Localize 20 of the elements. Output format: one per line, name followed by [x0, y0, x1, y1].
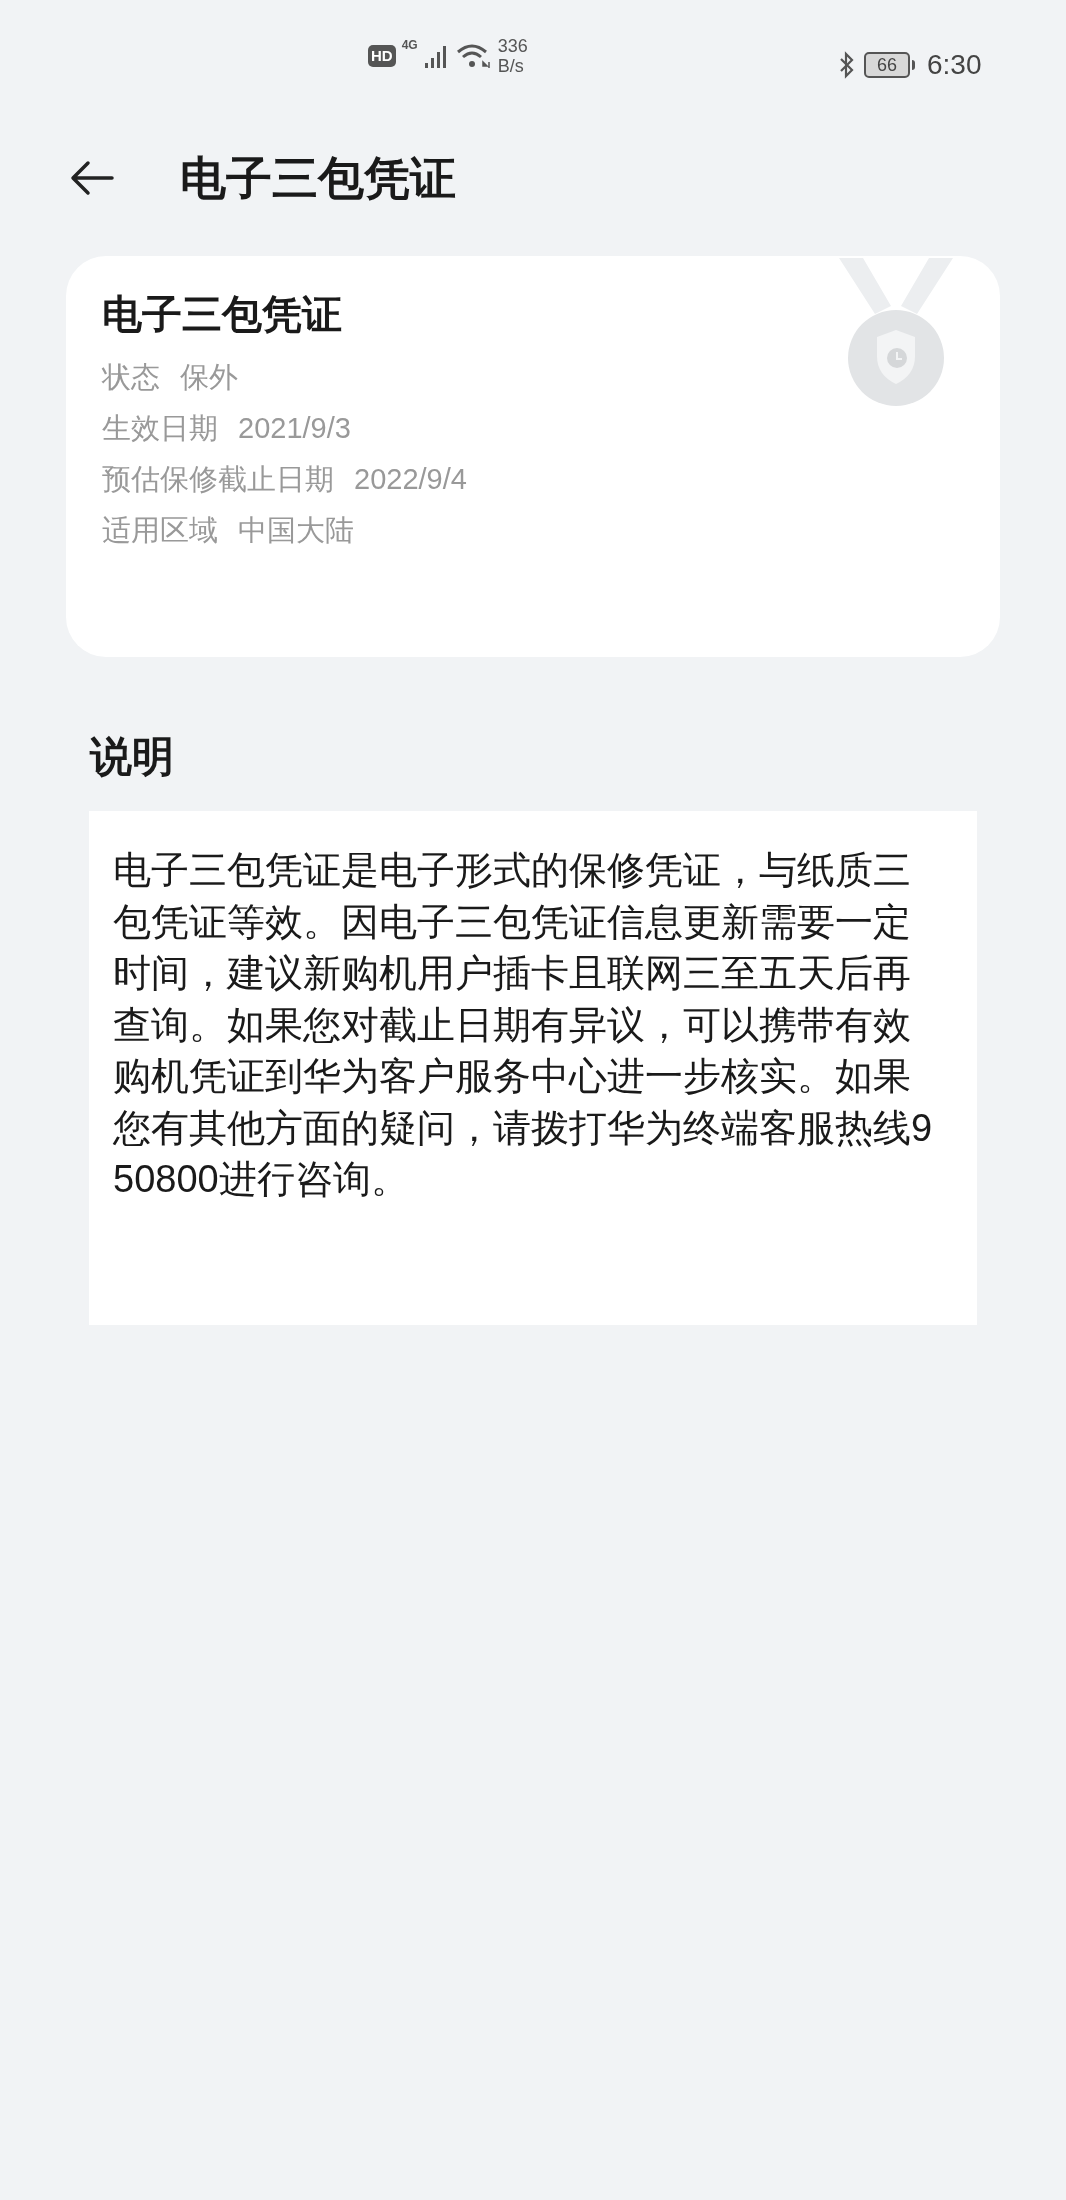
- card-title: 电子三包凭证: [102, 291, 343, 338]
- network-type: 4G: [401, 37, 418, 54]
- section-title: 说明: [90, 732, 174, 782]
- field-label: 生效日期: [102, 411, 218, 446]
- speed-unit: B/s: [497, 56, 525, 76]
- page-title: 电子三包凭证: [180, 150, 456, 206]
- bluetooth-icon: [838, 51, 856, 79]
- hd-badge: HD: [368, 45, 396, 67]
- back-button[interactable]: [70, 158, 114, 198]
- wifi-icon: [455, 42, 492, 70]
- field-label: 适用区域: [102, 513, 218, 548]
- field-value: 2022/9/4: [354, 462, 467, 497]
- field-value: 保外: [180, 360, 238, 395]
- field-value: 2021/9/3: [238, 411, 351, 446]
- field-label: 预估保修截止日期: [102, 462, 334, 497]
- field-value: 中国大陆: [238, 513, 354, 548]
- description-text: 电子三包凭证是电子形式的保修凭证，与纸质三包凭证等效。因电子三包凭证信息更新需要一定时间，建议新购机用户插卡且联网三至五天后再查询。如果您对截止日期有异议，可以携带有效购机凭证到华为客户服务中心进一步核实。如果您有其他方面的疑问，请拨打华为终端客服热线950800进行咨询。: [113, 848, 933, 1202]
- clock-time: 6:30: [927, 48, 982, 82]
- field-label: 状态: [102, 360, 160, 395]
- speed-value: 336: [497, 36, 528, 56]
